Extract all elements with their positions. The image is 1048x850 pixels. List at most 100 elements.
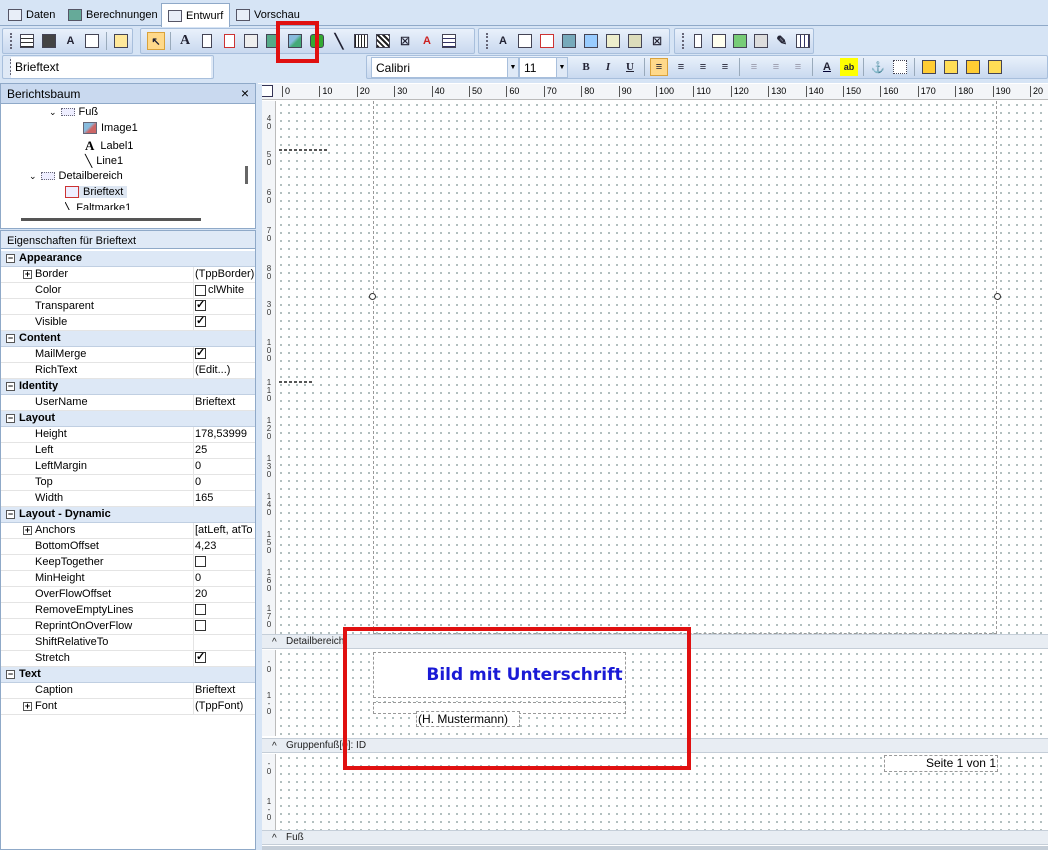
checkbox[interactable]: [195, 620, 206, 631]
property-row[interactable]: MinHeight 0: [1, 571, 255, 587]
region-icon[interactable]: [690, 32, 707, 50]
send-backward-icon[interactable]: [986, 58, 1004, 76]
property-row[interactable]: Height 178,53999: [1, 427, 255, 443]
valign-middle-icon[interactable]: ≡: [767, 58, 785, 76]
checkbox-icon[interactable]: ☒: [396, 32, 414, 50]
new-report-icon[interactable]: [18, 32, 36, 50]
tab-entwurf[interactable]: Entwurf: [161, 3, 231, 27]
line-icon[interactable]: ╲: [330, 32, 348, 50]
db2dbarcode-icon[interactable]: [626, 32, 644, 50]
property-row[interactable]: MailMerge: [1, 347, 255, 363]
dbimage-icon[interactable]: [582, 32, 600, 50]
tab-berechnungen[interactable]: Berechnungen: [62, 4, 164, 26]
tab-daten[interactable]: Daten: [2, 4, 61, 26]
dbrichtext-icon[interactable]: [538, 32, 556, 50]
property-row[interactable]: RichText (Edit...): [1, 363, 255, 379]
property-row[interactable]: Left 25: [1, 443, 255, 459]
property-category[interactable]: − Layout - Dynamic: [1, 507, 255, 523]
system-variable-icon[interactable]: [242, 32, 260, 50]
align-center-icon[interactable]: ≡: [672, 58, 690, 76]
tree-node-brieftext[interactable]: Brieftext: [65, 186, 128, 198]
dbcalc-icon[interactable]: [560, 32, 578, 50]
fold-mark-line[interactable]: [279, 381, 312, 383]
resize-handle[interactable]: [994, 293, 1001, 300]
checkbox[interactable]: [195, 348, 206, 359]
property-row[interactable]: + Font (TppFont): [1, 699, 255, 715]
property-row[interactable]: LeftMargin 0: [1, 459, 255, 475]
bring-front-icon[interactable]: [920, 58, 938, 76]
tree-node-label1[interactable]: A Label1: [85, 138, 133, 154]
collapse-icon[interactable]: −: [6, 254, 15, 263]
property-row[interactable]: RemoveEmptyLines: [1, 603, 255, 619]
property-row[interactable]: ReprintOnOverFlow: [1, 619, 255, 635]
property-row[interactable]: KeepTogether: [1, 555, 255, 571]
font-name-select[interactable]: Calibri ▼: [371, 57, 519, 78]
underline-icon[interactable]: U: [621, 58, 639, 76]
memo-icon[interactable]: [198, 32, 216, 50]
select-arrow-icon[interactable]: ↖: [147, 32, 165, 50]
property-row[interactable]: ShiftRelativeTo: [1, 635, 255, 651]
grid-icon[interactable]: [794, 32, 811, 50]
collapse-icon[interactable]: −: [6, 670, 15, 679]
property-row[interactable]: + Border (TppBorder): [1, 267, 255, 283]
anchor-icon[interactable]: ⚓: [869, 58, 887, 76]
property-row[interactable]: Color clWhite: [1, 283, 255, 299]
collapse-icon[interactable]: −: [6, 510, 15, 519]
expand-icon[interactable]: +: [23, 526, 32, 535]
property-category[interactable]: − Identity: [1, 379, 255, 395]
teechart-icon[interactable]: [732, 32, 749, 50]
property-category[interactable]: − Layout: [1, 411, 255, 427]
close-icon[interactable]: ×: [241, 85, 249, 101]
band-header-footer[interactable]: Fuß: [262, 830, 1048, 845]
border-icon[interactable]: [891, 58, 909, 76]
pagebreak-icon[interactable]: [752, 32, 769, 50]
page-info-label[interactable]: Seite 1 von 1: [884, 755, 998, 772]
property-row[interactable]: Caption Brieftext: [1, 683, 255, 699]
checkbox[interactable]: [195, 316, 206, 327]
justify-icon[interactable]: ≡: [716, 58, 734, 76]
collapse-icon[interactable]: −: [6, 334, 15, 343]
ruler-unit-icon[interactable]: [261, 85, 273, 97]
resize-handle[interactable]: [369, 293, 376, 300]
label-icon[interactable]: A: [176, 32, 194, 50]
dbtext-icon[interactable]: A: [494, 32, 512, 50]
color-swatch[interactable]: [195, 284, 206, 296]
property-category[interactable]: − Appearance: [1, 251, 255, 267]
valign-top-icon[interactable]: ≡: [745, 58, 763, 76]
tree-node-image1[interactable]: Image1: [83, 122, 138, 134]
tree-node-faltmarke1[interactable]: ╲ Faltmarke1: [65, 202, 131, 210]
brieftext-component[interactable]: [373, 101, 997, 634]
dbmemo-icon[interactable]: [516, 32, 534, 50]
component-name-field[interactable]: Brieftext: [11, 57, 211, 78]
2d-barcode-icon[interactable]: [374, 32, 392, 50]
print-icon[interactable]: [40, 32, 58, 50]
bold-icon[interactable]: B: [577, 58, 595, 76]
property-row[interactable]: Width 165: [1, 491, 255, 507]
property-row[interactable]: Visible: [1, 315, 255, 331]
property-row[interactable]: + Anchors [atLeft, atTo: [1, 523, 255, 539]
valign-bottom-icon[interactable]: ≡: [789, 58, 807, 76]
checkbox[interactable]: [195, 556, 206, 567]
align-right-icon[interactable]: ≡: [694, 58, 712, 76]
bring-forward-icon[interactable]: [964, 58, 982, 76]
expand-icon[interactable]: +: [23, 702, 32, 711]
checkbox[interactable]: [195, 300, 206, 311]
tree-scrollbar[interactable]: [245, 166, 248, 184]
align-left-icon[interactable]: ≡: [650, 58, 668, 76]
tree-node-fuss[interactable]: ⌄ Fuß: [49, 106, 98, 118]
italic-icon[interactable]: I: [599, 58, 617, 76]
subreport-icon[interactable]: [711, 32, 728, 50]
table-icon[interactable]: [440, 32, 458, 50]
checkbox[interactable]: [195, 652, 206, 663]
expand-icon[interactable]: +: [23, 270, 32, 279]
fold-mark-line[interactable]: [279, 149, 327, 151]
tree-node-detailbereich[interactable]: ⌄ Detailbereich: [29, 170, 123, 182]
paint-icon[interactable]: ✎: [773, 32, 790, 50]
property-row[interactable]: BottomOffset 4,23: [1, 539, 255, 555]
report-tree-icon[interactable]: [112, 32, 130, 50]
font-size-select[interactable]: 11 ▼: [519, 57, 568, 78]
collapse-icon[interactable]: −: [6, 382, 15, 391]
property-row[interactable]: Top 0: [1, 475, 255, 491]
checkbox[interactable]: [195, 604, 206, 615]
richtext-icon[interactable]: [220, 32, 238, 50]
